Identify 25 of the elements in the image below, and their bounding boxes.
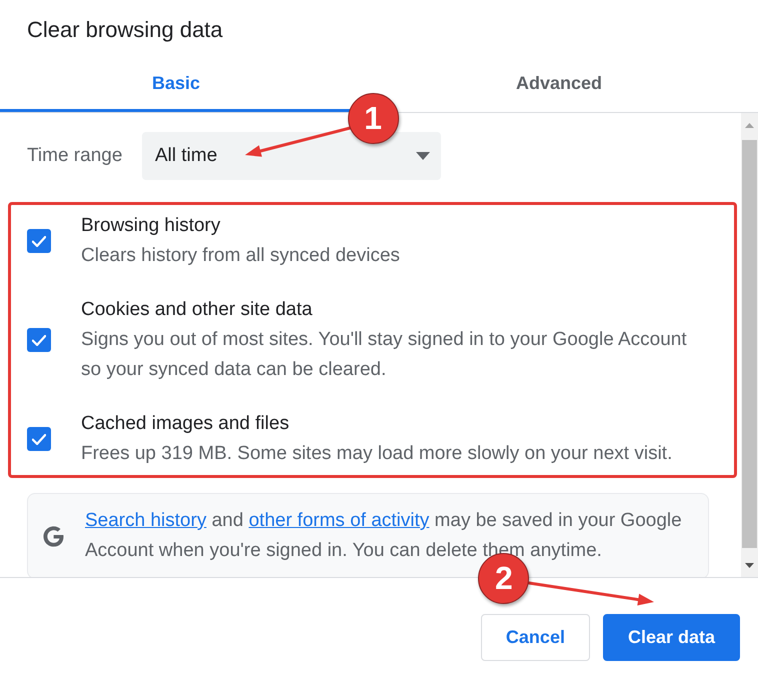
checkbox[interactable] xyxy=(27,328,51,352)
field-label: Time range xyxy=(27,145,124,167)
secondary-button[interactable]: Cancel xyxy=(480,614,590,661)
option-description: Clears history from all synced devices xyxy=(81,244,401,268)
option-title: Browsing history xyxy=(81,214,222,238)
check-icon xyxy=(32,334,46,346)
option-title: Cookies and other site data xyxy=(81,298,314,322)
scroll-down-icon[interactable] xyxy=(745,562,754,568)
option-title: Cached images and files xyxy=(81,412,290,436)
g-logo-icon xyxy=(43,526,64,546)
caret-icon xyxy=(416,152,430,160)
option-description: Signs you out of most sites. You'll stay signed in to your Google Account so your synced data can be cleared. xyxy=(81,328,688,382)
text-link[interactable]: other forms of activity xyxy=(248,510,430,531)
text-link[interactable]: Search history xyxy=(85,510,206,531)
step-marker: 1 xyxy=(348,92,398,144)
tab[interactable]: Basic xyxy=(0,54,352,112)
time-range-select[interactable]: All time xyxy=(142,132,441,180)
checkbox[interactable] xyxy=(27,427,51,451)
scrollbar-thumb[interactable] xyxy=(742,140,757,548)
dialog-title: Clear browsing data xyxy=(26,16,224,44)
check-icon xyxy=(32,434,46,444)
check-icon xyxy=(32,236,46,246)
primary-button[interactable]: Clear data xyxy=(602,614,740,661)
checkbox[interactable] xyxy=(27,229,51,253)
option-description: Frees up 319 MB. Some sites may load more slowly on your next visit. xyxy=(81,442,674,466)
